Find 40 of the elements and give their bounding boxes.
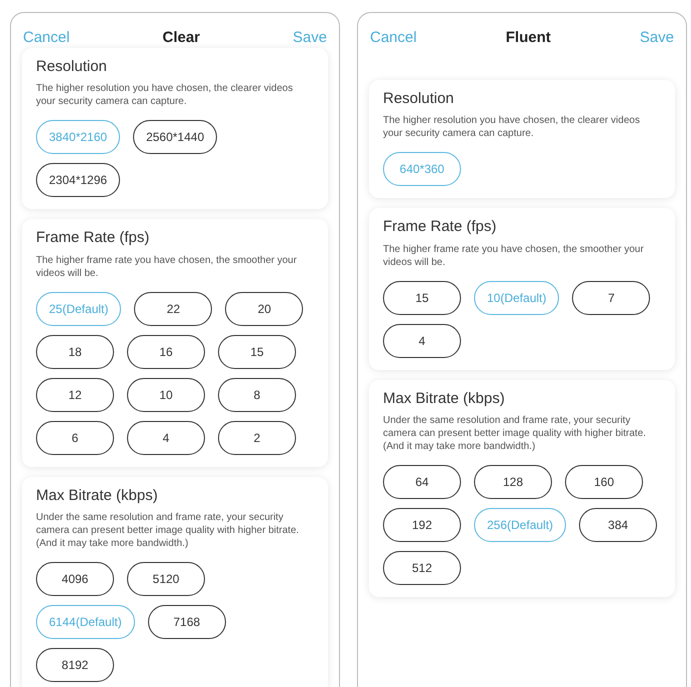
- section-description: The higher frame rate you have chosen, the smoother your videos will be.: [383, 242, 645, 268]
- section-heading: Frame Rate (fps): [36, 228, 150, 248]
- option-pill[interactable]: 160: [565, 465, 643, 499]
- section-heading: Max Bitrate (kbps): [383, 388, 506, 408]
- option-pill[interactable]: 20: [225, 292, 304, 326]
- option-pill[interactable]: 10: [127, 378, 205, 412]
- option-pill[interactable]: 64: [383, 465, 461, 499]
- screen-title: Clear: [162, 28, 200, 48]
- option-pill[interactable]: 12: [36, 378, 114, 412]
- option-pill[interactable]: 512: [383, 551, 461, 585]
- option-pill[interactable]: 7168: [148, 605, 226, 639]
- section-heading: Frame Rate (fps): [383, 217, 498, 237]
- option-pill[interactable]: 2: [218, 420, 296, 454]
- option-pill[interactable]: 8: [218, 378, 296, 412]
- option-pill[interactable]: 22: [134, 292, 212, 326]
- option-pill[interactable]: 6: [36, 420, 114, 454]
- option-pill[interactable]: 15: [218, 334, 296, 368]
- section-description: The higher resolution you have chosen, the clearer videos your security camera can capture.: [36, 82, 294, 108]
- option-pill[interactable]: 4: [383, 324, 461, 358]
- section-heading: Resolution: [36, 56, 108, 76]
- option-pill[interactable]: 192: [383, 508, 461, 542]
- option-pill[interactable]: 18: [36, 334, 114, 368]
- screen-title: Fluent: [506, 28, 551, 48]
- option-pill[interactable]: 4096: [36, 562, 114, 596]
- option-pill[interactable]: 128: [474, 465, 552, 499]
- section-description: The higher frame rate you have chosen, the smoother your videos will be.: [36, 254, 298, 280]
- section-heading: Resolution: [383, 88, 455, 108]
- option-pill[interactable]: 2560*1440: [133, 120, 218, 154]
- option-pill[interactable]: 5120: [127, 562, 205, 596]
- option-pill[interactable]: 16: [127, 334, 205, 368]
- section-description: Under the same resolution and frame rate, your security camera can present better image quality with higher bitrate. (And it may take more bandwidth.): [36, 511, 300, 550]
- option-pill[interactable]: 4: [127, 420, 205, 454]
- section-description: Under the same resolution and frame rate, your security camera can present better image quality with higher bitrate. (And it may take more bandwidth.): [383, 414, 647, 453]
- option-pill[interactable]: 8192: [36, 648, 114, 682]
- option-pill[interactable]: 2304*1296: [36, 163, 120, 197]
- option-pill[interactable]: 384: [579, 508, 658, 542]
- option-pill[interactable]: 7: [572, 280, 650, 314]
- option-pill[interactable]: 15: [383, 280, 461, 314]
- section-heading: Max Bitrate (kbps): [36, 486, 159, 506]
- section-description: The higher resolution you have chosen, the clearer videos your security camera can capture.: [383, 114, 641, 140]
